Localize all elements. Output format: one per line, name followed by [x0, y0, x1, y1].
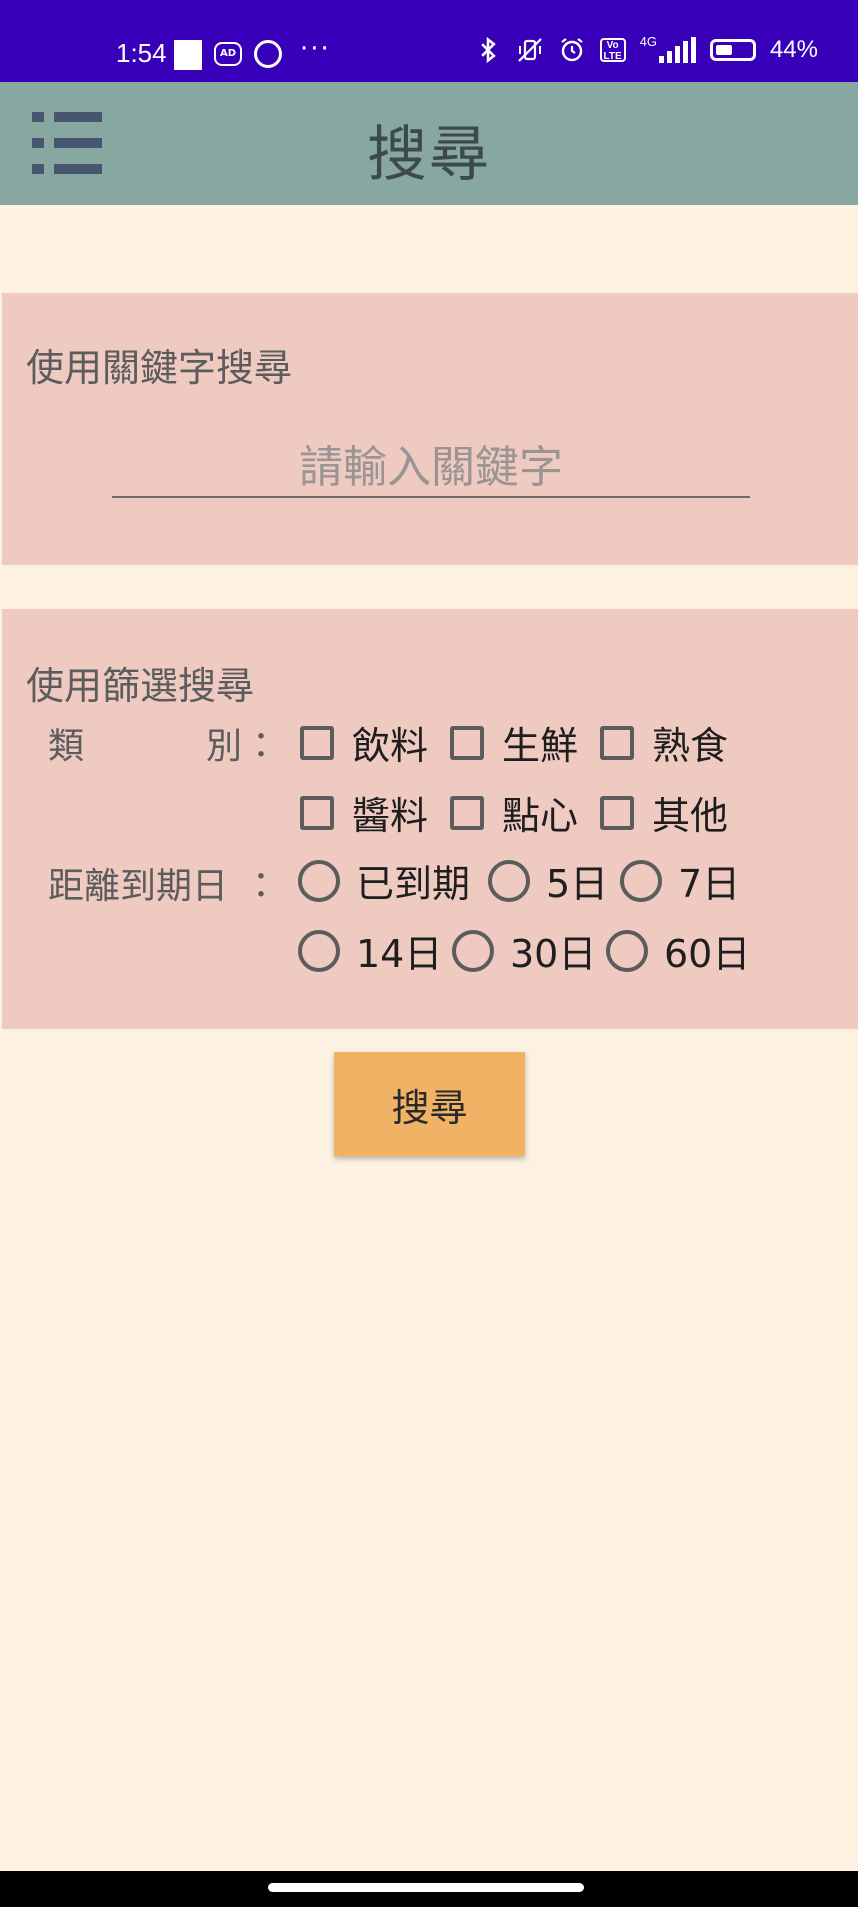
expiry-option-label: 30日: [510, 932, 597, 976]
category-label: 其他: [652, 794, 729, 838]
keyword-search-heading: 使用關鍵字搜尋: [26, 346, 293, 390]
status-time: 1:54: [116, 38, 167, 68]
status-bar: 1:54 AD ··· Vo LTE 4G 44%: [0, 0, 858, 82]
keyword-input[interactable]: [112, 438, 750, 498]
checkbox-icon[interactable]: [600, 795, 634, 830]
notification-square-icon: [174, 40, 202, 70]
radio-icon[interactable]: [452, 929, 494, 972]
expiry-option-label: 60日: [664, 932, 751, 976]
category-label: 熟食: [652, 724, 729, 768]
signal-icon: [658, 37, 696, 63]
radio-icon[interactable]: [620, 859, 662, 902]
radio-icon[interactable]: [606, 929, 648, 972]
bluetooth-icon: [480, 36, 496, 64]
more-notifications-icon: ···: [300, 34, 331, 64]
category-label-part2: 別: [206, 726, 243, 767]
expiry-colon: ：: [252, 864, 289, 905]
category-checkbox-fresh[interactable]: 生鮮: [450, 715, 578, 770]
category-checkbox-sauce[interactable]: 醬料: [300, 785, 428, 840]
radio-icon[interactable]: [488, 859, 530, 902]
vibrate-off-icon: [517, 38, 542, 62]
status-right-group: Vo LTE 4G 44%: [474, 33, 818, 64]
battery-level: 44%: [769, 36, 818, 63]
expiry-radio-expired[interactable]: 已到期: [298, 853, 470, 908]
home-gesture-bar[interactable]: [268, 1883, 584, 1892]
category-label: 生鮮: [502, 724, 579, 768]
ad-block-icon: AD: [214, 42, 242, 66]
category-checkbox-cooked[interactable]: 熟食: [600, 715, 728, 770]
category-label: 飲料: [352, 724, 429, 768]
category-checkbox-drink[interactable]: 飲料: [300, 715, 428, 770]
expiry-option-label: 5日: [546, 862, 609, 906]
expiry-radio-60d[interactable]: 60日: [606, 923, 750, 978]
expiry-label: 距離到期日: [48, 866, 229, 907]
expiry-radio-14d[interactable]: 14日: [298, 923, 442, 978]
checkbox-icon[interactable]: [450, 795, 484, 830]
sync-icon: [254, 40, 282, 68]
category-colon: ：: [252, 724, 289, 765]
search-button[interactable]: 搜尋: [334, 1052, 525, 1156]
checkbox-icon[interactable]: [600, 725, 634, 760]
category-label-part1: 類: [48, 726, 85, 767]
category-label: 點心: [502, 794, 579, 838]
expiry-option-label: 已到期: [356, 862, 471, 906]
filter-search-card: 使用篩選搜尋 類 別 ： 飲料 生鮮 熟食 醬料 點心 其他 距離到期日 ： 已…: [2, 609, 858, 1029]
battery-icon: [709, 39, 756, 61]
network-type: 4G: [639, 33, 657, 49]
expiry-option-label: 7日: [678, 862, 741, 906]
expiry-radio-7d[interactable]: 7日: [620, 853, 740, 908]
radio-icon[interactable]: [298, 859, 340, 902]
system-nav-bar: [0, 1871, 858, 1907]
filter-search-heading: 使用篩選搜尋: [26, 664, 255, 708]
expiry-radio-30d[interactable]: 30日: [452, 923, 596, 978]
expiry-radio-5d[interactable]: 5日: [488, 853, 608, 908]
checkbox-icon[interactable]: [300, 725, 334, 760]
category-checkbox-other[interactable]: 其他: [600, 785, 728, 840]
expiry-option-label: 14日: [356, 932, 443, 976]
category-checkbox-snack[interactable]: 點心: [450, 785, 578, 840]
category-label: 醬料: [352, 794, 429, 838]
volte-icon: Vo LTE: [599, 38, 626, 62]
radio-icon[interactable]: [298, 929, 340, 972]
page-title: 搜尋: [367, 120, 491, 190]
keyword-search-card: 使用關鍵字搜尋: [2, 293, 858, 565]
checkbox-icon[interactable]: [300, 795, 334, 830]
alarm-icon: [560, 38, 583, 62]
checkbox-icon[interactable]: [450, 725, 484, 760]
app-bar: 搜尋: [0, 82, 858, 205]
